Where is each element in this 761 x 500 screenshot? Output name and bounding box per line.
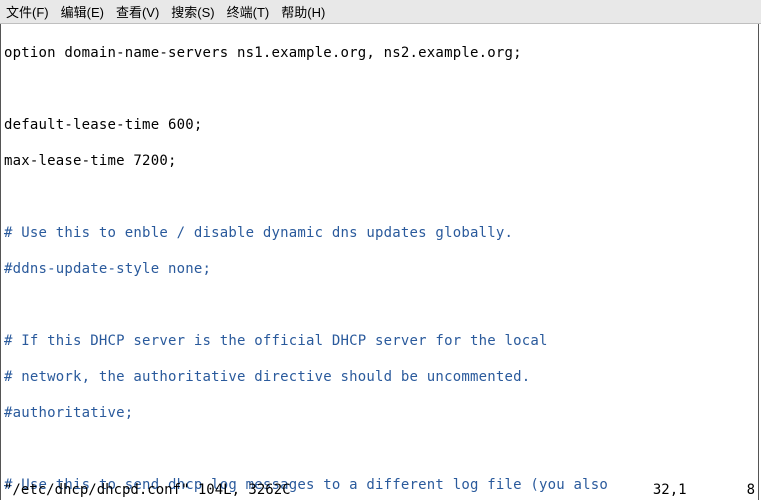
comment-line: #ddns-update-style none; [4,261,211,277]
menu-edit[interactable]: 编辑(E) [61,2,104,21]
terminal[interactable]: option domain-name-servers ns1.example.o… [0,24,759,500]
menu-view[interactable]: 查看(V) [116,2,159,21]
status-file: "/etc/dhcp/dhcpd.conf" 104L, 3262C [4,481,291,499]
code-line: max-lease-time 7200; [4,153,177,169]
menu-file[interactable]: 文件(F) [6,2,49,21]
menu-bar: 文件(F) 编辑(E) 查看(V) 搜索(S) 终端(T) 帮助(H) [0,0,761,24]
menu-search[interactable]: 搜索(S) [171,2,214,21]
comment-line: #authoritative; [4,405,133,421]
comment-line: # If this DHCP server is the official DH… [4,333,548,349]
code-line: option domain-name-servers ns1.example.o… [4,45,522,61]
comment-line: # Use this to enble / disable dynamic dn… [4,225,513,241]
menu-help[interactable]: 帮助(H) [281,2,325,21]
menu-terminal[interactable]: 终端(T) [227,2,270,21]
editor-buffer[interactable]: option domain-name-servers ns1.example.o… [1,24,758,500]
vim-status-line: "/etc/dhcp/dhcpd.conf" 104L, 3262C 32,1 … [4,481,755,499]
status-cursor: 32,1 [653,481,687,499]
comment-line: # network, the authoritative directive s… [4,369,530,385]
code-line: default-lease-time 600; [4,117,202,133]
status-scroll: 8 [747,481,755,499]
